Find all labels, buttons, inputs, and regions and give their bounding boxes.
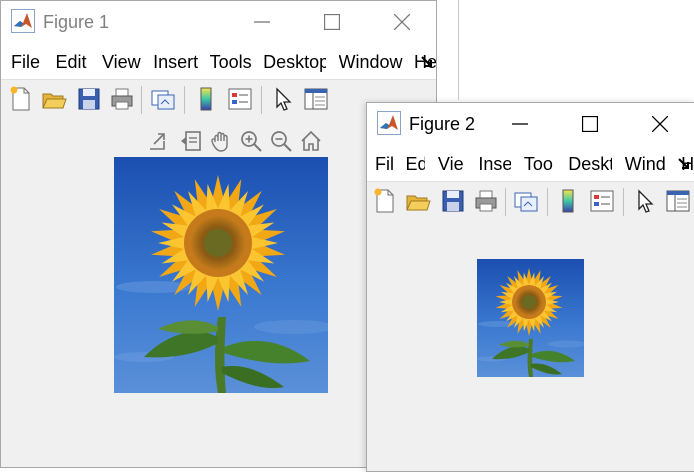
- zoom-in-icon[interactable]: [239, 129, 263, 153]
- menu-file[interactable]: Fil: [375, 145, 393, 175]
- new-figure-icon[interactable]: [372, 188, 398, 214]
- menu-window[interactable]: Window: [339, 43, 403, 73]
- property-inspector-icon[interactable]: [665, 188, 691, 214]
- restore-view-icon[interactable]: [299, 129, 323, 153]
- link-plot-icon[interactable]: [513, 188, 539, 214]
- zoom-out-icon[interactable]: [269, 129, 293, 153]
- minimize-icon: [512, 123, 528, 125]
- figure2-title: Figure 2: [409, 114, 476, 134]
- figure1-close-button[interactable]: [379, 1, 425, 43]
- figure2-titlebar[interactable]: Figure 2: [367, 103, 694, 145]
- menu-overflow-arrow-icon[interactable]: [419, 54, 435, 70]
- menu-edit[interactable]: Edit: [55, 43, 86, 73]
- insert-legend-icon[interactable]: [227, 86, 253, 112]
- figure1-minimize-button[interactable]: [239, 1, 285, 43]
- link-plot-icon[interactable]: [150, 86, 176, 112]
- close-icon: [394, 14, 410, 30]
- print-icon[interactable]: [473, 188, 499, 214]
- property-inspector-icon[interactable]: [303, 86, 329, 112]
- toolbar-separator: [547, 188, 548, 216]
- menu-edit[interactable]: Ed: [405, 145, 425, 175]
- save-icon[interactable]: [76, 86, 102, 112]
- insert-colorbar-icon[interactable]: [193, 86, 219, 112]
- figure2-toolbar: [367, 181, 694, 223]
- figure1-titlebar[interactable]: Figure 1: [1, 1, 436, 43]
- edit-plot-arrow-icon[interactable]: [632, 188, 658, 214]
- insert-legend-icon[interactable]: [589, 188, 615, 214]
- edit-plot-arrow-icon[interactable]: [270, 86, 296, 112]
- menu-insert[interactable]: Insert: [153, 43, 198, 73]
- matlab-icon: [11, 9, 35, 33]
- figure2-maximize-button[interactable]: [567, 103, 613, 145]
- menu-tools[interactable]: Tools: [210, 43, 252, 73]
- toolbar-separator: [505, 188, 506, 216]
- menu-view[interactable]: View: [102, 43, 141, 73]
- toolbar-separator: [261, 86, 262, 114]
- figure2-canvas: [367, 221, 694, 471]
- figure2-minimize-button[interactable]: [497, 103, 543, 145]
- menu-desktop[interactable]: Deskt: [568, 145, 612, 175]
- print-icon[interactable]: [109, 86, 135, 112]
- figure2-menubar: Fil Ed Vie Inse Too Deskt Wind Hel: [367, 145, 694, 181]
- maximize-icon: [582, 116, 598, 132]
- menu-overflow-arrow-icon[interactable]: [676, 156, 692, 172]
- toolbar-separator: [141, 86, 142, 114]
- figure1-menubar: File Edit View Insert Tools Desktop Wind…: [1, 43, 436, 79]
- menu-window[interactable]: Wind: [625, 145, 669, 175]
- toolbar-separator: [184, 86, 185, 114]
- figure1-maximize-button[interactable]: [309, 1, 355, 43]
- menu-desktop[interactable]: Desktop: [263, 43, 326, 73]
- sunflower-image[interactable]: [114, 157, 328, 393]
- save-icon[interactable]: [440, 188, 466, 214]
- open-file-icon[interactable]: [405, 188, 431, 214]
- new-figure-icon[interactable]: [8, 86, 34, 112]
- maximize-icon: [324, 14, 340, 30]
- close-icon: [652, 116, 668, 132]
- menu-insert[interactable]: Inse: [478, 145, 511, 175]
- export-icon[interactable]: [146, 129, 170, 153]
- insert-colorbar-icon[interactable]: [555, 188, 581, 214]
- open-file-icon[interactable]: [41, 86, 67, 112]
- figure1-title: Figure 1: [43, 12, 110, 32]
- sunflower-image[interactable]: [477, 259, 584, 377]
- brush-icon[interactable]: [179, 129, 203, 153]
- pan-icon[interactable]: [209, 129, 233, 153]
- menu-view[interactable]: Vie: [438, 145, 466, 175]
- figure2-window[interactable]: Figure 2 Fil Ed Vie Inse Too Deskt Wind …: [366, 102, 694, 472]
- minimize-icon: [254, 21, 270, 23]
- matlab-icon: [377, 111, 401, 135]
- menu-file[interactable]: File: [11, 43, 40, 73]
- toolbar-separator: [623, 188, 624, 216]
- menu-tools[interactable]: Too: [524, 145, 556, 175]
- figure2-close-button[interactable]: [637, 103, 683, 145]
- background-divider: [458, 0, 459, 100]
